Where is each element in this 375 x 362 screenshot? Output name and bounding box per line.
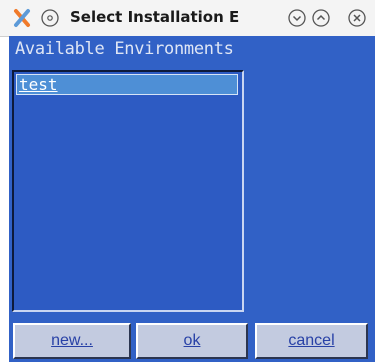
select-installation-dialog: Select Installation E Available Environm…: [0, 0, 375, 362]
list-item[interactable]: test: [16, 74, 238, 95]
cancel-button[interactable]: cancel: [255, 323, 368, 359]
close-icon[interactable]: [347, 8, 367, 28]
app-logo-icon[interactable]: [12, 8, 32, 28]
new-button-label: new...: [51, 332, 93, 349]
minimize-circle-icon[interactable]: [40, 8, 60, 28]
button-bar: new... ok cancel: [9, 320, 375, 362]
new-button[interactable]: new...: [13, 323, 131, 359]
environments-list[interactable]: test: [12, 70, 244, 312]
environments-heading: Available Environments: [15, 39, 234, 59]
window-title: Select Installation E: [70, 8, 240, 26]
dialog-body: Available Environments test new... ok ca…: [9, 36, 375, 362]
cancel-button-label: cancel: [288, 332, 335, 349]
list-item-label: test: [19, 75, 58, 94]
ok-button-label: ok: [183, 332, 201, 349]
title-bar[interactable]: Select Installation E: [0, 0, 375, 37]
chevron-up-icon[interactable]: [311, 8, 331, 28]
ok-button[interactable]: ok: [136, 323, 248, 359]
chevron-down-icon[interactable]: [287, 8, 307, 28]
